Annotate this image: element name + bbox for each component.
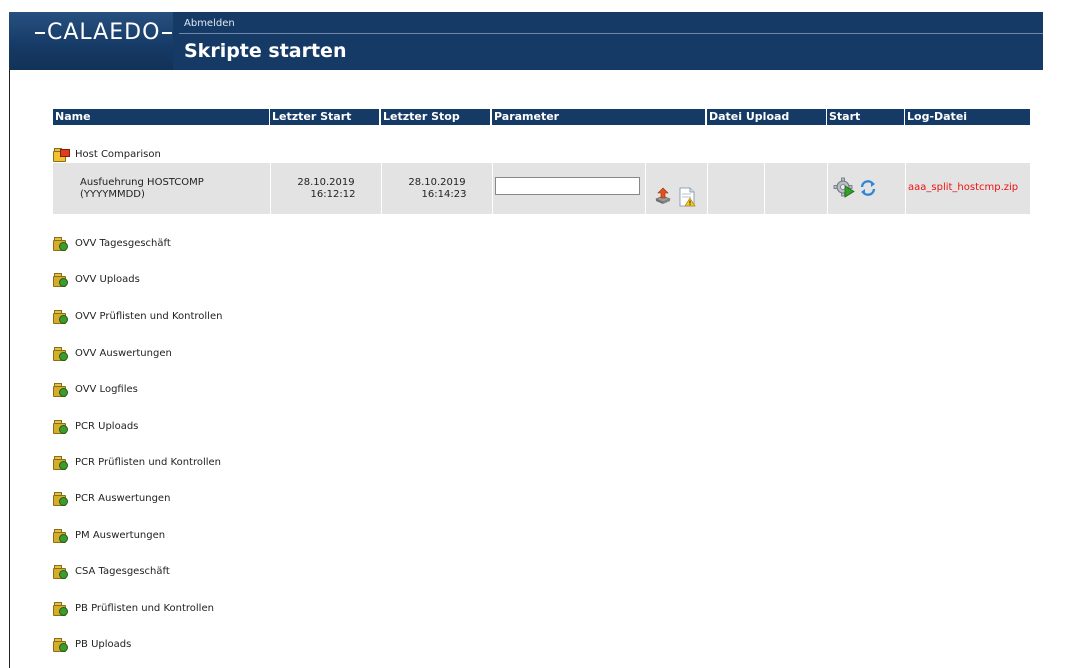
column-header-parameter: Parameter [492,109,705,125]
group-ovv-tagesgeschaeft[interactable]: OVV Tagesgeschäft [53,234,171,252]
folder-icon [53,382,69,397]
group-label: Host Comparison [75,148,161,160]
column-header-log-file: Log-Datei [905,109,1030,125]
parameter-input[interactable] [495,177,640,195]
folder-icon [53,637,69,652]
log-file-cell: aaa_split_hostcmp.zip [905,163,1030,214]
group-label: PB Prüflisten und Kontrollen [75,602,214,614]
column-header-last-start: Letzter Start [270,109,379,125]
log-file-link[interactable]: aaa_split_hostcmp.zip [908,182,1018,193]
group-label: CSA Tagesgeschäft [75,565,170,577]
group-label: OVV Auswertungen [75,347,172,359]
group-ovv-auswertungen[interactable]: OVV Auswertungen [53,344,172,362]
group-label: PCR Uploads [75,420,139,432]
group-pb-pruflisten[interactable]: PB Prüflisten und Kontrollen [53,599,214,617]
folder-icon [53,491,69,506]
last-stop-cell: 28.10.2019 16:14:23 [381,163,492,214]
group-ovv-uploads[interactable]: OVV Uploads [53,270,140,288]
group-label: PB Uploads [75,638,132,650]
column-header-last-stop: Letzter Stop [381,109,490,125]
group-label: OVV Prüflisten und Kontrollen [75,310,223,322]
folder-icon [53,236,69,251]
brand-logo: CALAEDO [9,12,173,70]
scripts-table-header: Name Letzter Start Letzter Stop Paramete… [53,109,1030,125]
file-upload-cell-2 [764,163,827,214]
group-label: PCR Prüflisten und Kontrollen [75,456,222,468]
group-host-comparison[interactable]: Host Comparison [53,145,161,163]
group-pcr-pruflisten[interactable]: PCR Prüflisten und Kontrollen [53,453,221,471]
folder-icon [53,528,69,543]
upload-icon[interactable] [654,187,672,205]
group-label: PM Auswertungen [75,529,166,541]
column-header-name: Name [53,109,269,125]
folder-icon [53,564,69,579]
page-title: Skripte starten [184,40,347,62]
group-ovv-logfiles[interactable]: OVV Logfiles [53,380,138,398]
parameter-cell [492,163,645,214]
header-divider [179,33,1043,34]
warning-document-icon[interactable] [678,187,696,207]
group-pm-auswertungen[interactable]: PM Auswertungen [53,526,165,544]
group-label: PCR Auswertungen [75,492,171,504]
folder-icon [53,309,69,324]
group-label: OVV Uploads [75,273,140,285]
last-start-cell: 28.10.2019 16:12:12 [270,163,381,214]
gear-play-icon[interactable] [833,177,855,199]
start-cell [827,163,905,214]
folder-icon [53,272,69,287]
logout-link[interactable]: Abmelden [184,18,235,29]
group-ovv-pruflisten[interactable]: OVV Prüflisten und Kontrollen [53,307,222,325]
app-header: CALAEDO Abmelden Skripte starten [9,12,1043,70]
file-upload-cell [707,163,764,214]
folder-icon [53,601,69,616]
brand-name: CALAEDO [47,20,161,45]
group-csa-tagesgeschaeft[interactable]: CSA Tagesgeschäft [53,562,170,580]
folder-icon [53,419,69,434]
column-header-start: Start [827,109,904,125]
group-pb-uploads[interactable]: PB Uploads [53,635,131,653]
refresh-icon[interactable] [859,179,877,197]
group-pcr-auswertungen[interactable]: PCR Auswertungen [53,489,170,507]
group-label: OVV Logfiles [75,383,138,395]
last-start-value: 28.10.2019 16:12:12 [297,177,356,200]
group-pcr-uploads[interactable]: PCR Uploads [53,417,138,435]
last-stop-value: 28.10.2019 16:14:23 [408,177,467,200]
column-header-file-upload: Datei Upload [707,109,826,125]
open-folder-icon [53,147,70,162]
left-border-line [9,20,10,668]
folder-icon [53,455,69,470]
brand-wordmark: CALAEDO [33,20,174,45]
script-name-cell: Ausfuehrung HOSTCOMP (YYYYMMDD) [53,163,270,214]
parameter-actions-cell [645,163,707,214]
folder-icon [53,346,69,361]
script-row-hostcomp: Ausfuehrung HOSTCOMP (YYYYMMDD) 28.10.20… [53,163,1030,214]
script-name: Ausfuehrung HOSTCOMP (YYYYMMDD) [80,177,204,200]
group-label: OVV Tagesgeschäft [75,237,171,249]
